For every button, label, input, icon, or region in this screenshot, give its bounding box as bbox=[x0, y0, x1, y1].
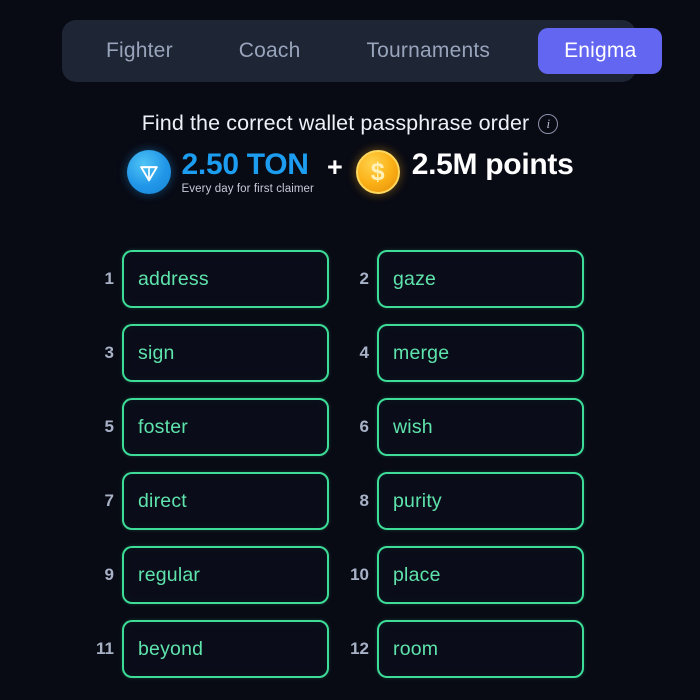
word-slot-10[interactable]: place bbox=[377, 546, 584, 604]
word-index: 3 bbox=[104, 343, 114, 362]
word-index: 5 bbox=[104, 417, 114, 436]
page-title: Find the correct wallet passphrase order bbox=[141, 111, 530, 135]
ton-reward-block: 2.50 TON Every day for first claimer bbox=[181, 148, 314, 195]
word-index: 1 bbox=[104, 269, 114, 288]
info-icon[interactable]: i bbox=[538, 113, 559, 134]
word-index: 7 bbox=[104, 491, 114, 510]
dollar-glyph: $ bbox=[370, 157, 385, 186]
main-tab-bar: Fighter Coach Tournaments Enigma bbox=[62, 20, 663, 82]
dollar-coin-icon: $ bbox=[355, 150, 400, 194]
tab-tournaments[interactable]: Tournaments bbox=[344, 28, 512, 74]
plus-separator: + bbox=[326, 152, 343, 182]
word-slot-12[interactable]: room bbox=[377, 620, 584, 678]
reward-row: 2.50 TON Every day for first claimer + $… bbox=[0, 148, 700, 195]
word-slot-11[interactable]: beyond bbox=[122, 620, 329, 678]
word-index: 9 bbox=[104, 565, 114, 584]
ton-subtitle: Every day for first claimer bbox=[181, 182, 314, 195]
passphrase-cell: 5 foster bbox=[88, 398, 329, 456]
passphrase-cell: 9 regular bbox=[88, 546, 329, 604]
passphrase-cell: 1 address bbox=[88, 250, 329, 308]
ton-coin-icon bbox=[126, 150, 171, 195]
word-index: 4 bbox=[359, 343, 369, 362]
passphrase-cell: 4 merge bbox=[343, 324, 584, 382]
word-slot-9[interactable]: regular bbox=[122, 546, 329, 604]
word-index: 2 bbox=[359, 269, 369, 288]
tab-coach[interactable]: Coach bbox=[217, 28, 323, 74]
tab-fighter[interactable]: Fighter bbox=[84, 28, 195, 74]
passphrase-cell: 12 room bbox=[343, 620, 584, 678]
word-index: 12 bbox=[350, 639, 369, 658]
word-slot-5[interactable]: foster bbox=[122, 398, 329, 456]
word-slot-1[interactable]: address bbox=[122, 250, 329, 308]
word-index: 6 bbox=[359, 417, 369, 436]
passphrase-cell: 10 place bbox=[343, 546, 584, 604]
passphrase-cell: 2 gaze bbox=[343, 250, 584, 308]
passphrase-cell: 6 wish bbox=[343, 398, 584, 456]
page-title-row: Find the correct wallet passphrase order… bbox=[0, 111, 700, 136]
passphrase-cell: 3 sign bbox=[88, 324, 329, 382]
word-index: 8 bbox=[359, 491, 369, 510]
word-index: 10 bbox=[350, 565, 369, 584]
passphrase-cell: 8 purity bbox=[343, 472, 584, 530]
word-slot-6[interactable]: wish bbox=[377, 398, 584, 456]
word-slot-3[interactable]: sign bbox=[122, 324, 329, 382]
passphrase-grid: 1 address 2 gaze 3 sign 4 merge 5 foster… bbox=[88, 250, 584, 678]
passphrase-cell: 7 direct bbox=[88, 472, 329, 530]
word-slot-4[interactable]: merge bbox=[377, 324, 584, 382]
ton-amount: 2.50 TON bbox=[181, 148, 309, 181]
passphrase-cell: 11 beyond bbox=[88, 620, 329, 678]
word-slot-7[interactable]: direct bbox=[122, 472, 329, 530]
word-slot-8[interactable]: purity bbox=[377, 472, 584, 530]
points-amount: 2.5M points bbox=[411, 148, 574, 181]
tab-enigma[interactable]: Enigma bbox=[538, 28, 663, 74]
word-slot-2[interactable]: gaze bbox=[377, 250, 584, 308]
word-index: 11 bbox=[96, 639, 114, 658]
